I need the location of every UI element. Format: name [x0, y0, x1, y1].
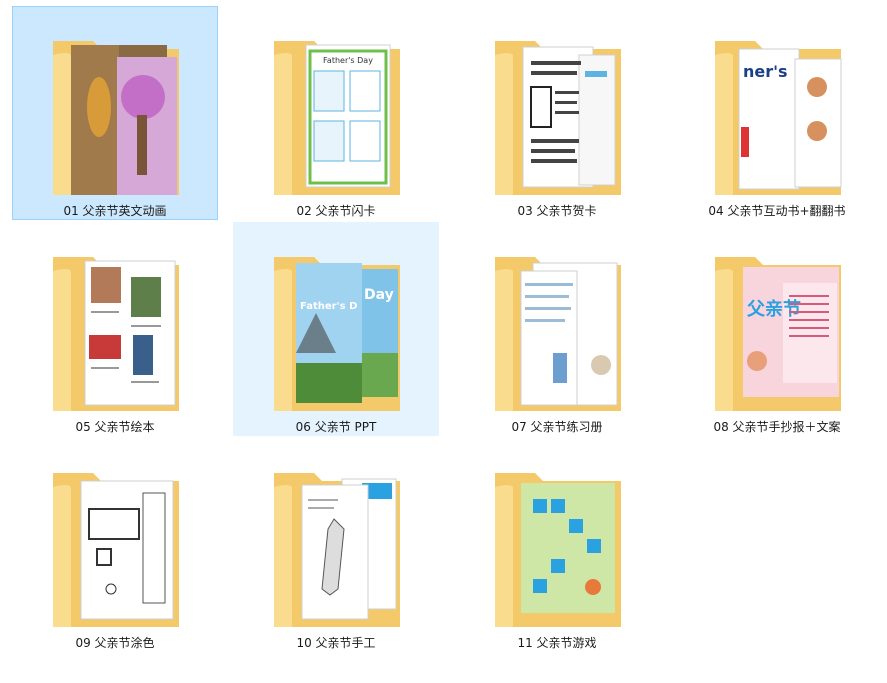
ppt-title-main: Father's D [300, 301, 357, 312]
folder-picturebook-preview-icon [53, 257, 179, 411]
folder-workbook-preview-icon [495, 257, 621, 411]
folder-item-02[interactable]: Father's Day 02 父亲节闪卡 [233, 6, 439, 220]
folder-grid: 01 父亲节英文动画 Father's Day 02 父亲节闪卡 03 父亲节贺… [0, 0, 887, 683]
folder-label: 02 父亲节闪卡 [296, 204, 376, 218]
folder-card-preview-icon [495, 41, 621, 195]
ppt-title-day: Day [364, 287, 394, 303]
folder-label: 04 父亲节互动书+翻翻书 [708, 204, 846, 218]
folder-coloring-preview-icon [53, 473, 179, 627]
folder-item-01[interactable]: 01 父亲节英文动画 [12, 6, 218, 220]
folder-book-preview-icon: ner's [715, 41, 842, 195]
folder-item-06[interactable]: Day Father's D 06 父亲节 PPT [233, 222, 439, 436]
card2-heading: Father's Day [323, 56, 373, 65]
folder-item-08[interactable]: 父亲节 08 父亲节手抄报＋文案 [674, 222, 880, 436]
folder-item-04[interactable]: ner's 04 父亲节互动书+翻翻书 [674, 6, 880, 220]
folder-item-03[interactable]: 03 父亲节贺卡 [454, 6, 660, 220]
folder-item-05[interactable]: 05 父亲节绘本 [12, 222, 218, 436]
folder-craft-preview-icon [274, 473, 400, 627]
folder-cartoon-preview-icon [53, 41, 179, 195]
folder-item-10[interactable]: 10 父亲节手工 [233, 438, 439, 652]
folder-label: 05 父亲节绘本 [75, 420, 155, 434]
folder-flashcard-preview-icon: Father's Day [274, 41, 400, 195]
folder-item-09[interactable]: 09 父亲节涂色 [12, 438, 218, 652]
folder-label: 01 父亲节英文动画 [63, 204, 167, 218]
folder-label: 06 父亲节 PPT [295, 420, 377, 434]
folder-label: 09 父亲节涂色 [75, 636, 155, 650]
folder-label: 03 父亲节贺卡 [517, 204, 597, 218]
folder-item-11[interactable]: 11 父亲节游戏 [454, 438, 660, 652]
folder-label: 08 父亲节手抄报＋文案 [713, 420, 841, 434]
book-heading: ner's [743, 62, 788, 81]
folder-poster-preview-icon: 父亲节 [715, 257, 841, 411]
folder-label: 10 父亲节手工 [296, 636, 376, 650]
folder-label: 07 父亲节练习册 [511, 420, 603, 434]
folder-label: 11 父亲节游戏 [517, 636, 597, 650]
folder-item-07[interactable]: 07 父亲节练习册 [454, 222, 660, 436]
folder-game-preview-icon [495, 473, 621, 627]
folder-ppt-preview-icon: Day Father's D [274, 257, 400, 411]
poster-heading: 父亲节 [747, 298, 801, 320]
